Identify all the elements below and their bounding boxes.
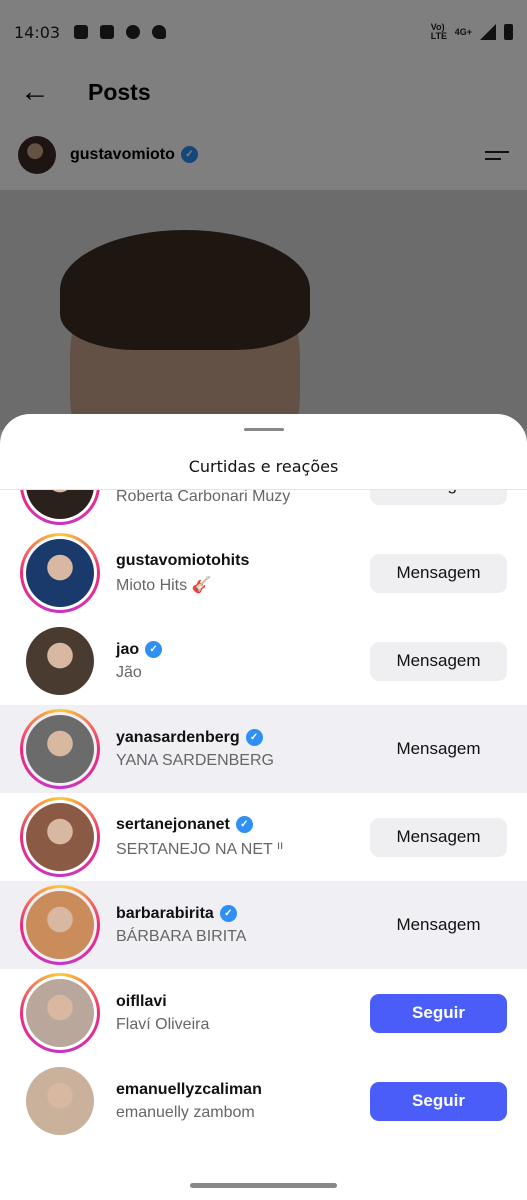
avatar-image [26,803,94,871]
full-name: YANA SARDENBERG [116,751,274,769]
username: gustavomiotohits [116,552,370,570]
username: oifllavi [116,993,370,1011]
list-item[interactable]: yanasardenberg ✓ YANA SARDENBERG Mensagem [0,705,527,793]
home-indicator[interactable] [190,1183,337,1188]
list-item[interactable]: jao ✓ Jão Mensagem [0,617,527,705]
user-info[interactable]: emanuellyzcaliman emanuelly zambom [116,1081,370,1122]
avatar[interactable] [20,1061,100,1141]
user-info[interactable]: jao ✓ Jão [116,641,370,682]
avatar-image [26,539,94,607]
user-info[interactable]: gustavomiotohits Mioto Hits 🎸 [116,552,370,595]
full-name: Roberta Carbonari Muzy [116,490,291,505]
username-text: barbarabirita [116,904,214,922]
avatar-image [26,1067,94,1135]
username-text: gustavomiotohits [116,551,250,569]
avatar[interactable] [20,973,100,1053]
likes-list[interactable]: robertacarbonari✓Roberta Carbonari MuzyM… [0,490,527,1200]
message-button[interactable]: Mensagem [370,553,507,593]
full-name: Mioto Hits 🎸 [116,576,212,594]
username: yanasardenberg ✓ [116,729,370,747]
avatar[interactable] [20,885,100,965]
username: barbarabirita ✓ [116,905,370,923]
full-name: emanuelly zambom [116,1103,255,1121]
username-text: yanasardenberg [116,728,240,746]
full-name: BÁRBARA BIRITA [116,927,247,945]
full-name: Flaví Oliveira [116,1015,210,1033]
username: sertanejonanet ✓ [116,816,370,834]
user-info[interactable]: robertacarbonari✓Roberta Carbonari Muzy [116,490,370,506]
user-info[interactable]: sertanejonanet ✓ SERTANEJO NA NET ᐦ [116,816,370,859]
list-item[interactable]: gustavomiotohits Mioto Hits 🎸 Mensagem [0,529,527,617]
username-text: jao [116,640,140,658]
verified-badge-icon: ✓ [245,729,263,746]
sheet-drag-handle[interactable] [243,428,284,431]
list-item[interactable]: oifllavi Flaví Oliveira Seguir [0,969,527,1057]
likes-list-inner: robertacarbonari✓Roberta Carbonari MuzyM… [0,490,527,1145]
likes-bottom-sheet: Curtidas e reações robertacarbonari✓Robe… [0,414,527,1200]
avatar-image [26,715,94,783]
list-item[interactable]: robertacarbonari✓Roberta Carbonari MuzyM… [0,490,527,529]
follow-button[interactable]: Seguir [370,1081,507,1121]
verified-badge-icon: ✓ [219,905,237,922]
avatar-image [26,891,94,959]
message-button[interactable]: Mensagem [370,490,507,505]
message-button[interactable]: Mensagem [370,906,507,945]
verified-badge-icon: ✓ [145,641,163,658]
sheet-title: Curtidas e reações [188,457,339,476]
username: emanuellyzcaliman [116,1081,370,1099]
avatar[interactable] [20,490,100,525]
full-name: SERTANEJO NA NET ᐦ [116,840,284,858]
user-info[interactable]: barbarabirita ✓ BÁRBARA BIRITA [116,905,370,946]
username: jao ✓ [116,641,370,659]
user-info[interactable]: yanasardenberg ✓ YANA SARDENBERG [116,729,370,770]
avatar[interactable] [20,533,100,613]
list-item[interactable]: barbarabirita ✓ BÁRBARA BIRITA Mensagem [0,881,527,969]
list-item[interactable]: emanuellyzcaliman emanuelly zambom Seguir [0,1057,527,1145]
avatar[interactable] [20,709,100,789]
username-text: sertanejonanet [116,815,230,833]
follow-button[interactable]: Seguir [370,993,507,1033]
avatar-image [26,490,94,519]
avatar[interactable] [20,621,100,701]
avatar[interactable] [20,797,100,877]
message-button[interactable]: Mensagem [370,817,507,857]
message-button[interactable]: Mensagem [370,641,507,681]
verified-badge-icon: ✓ [235,816,253,833]
message-button[interactable]: Mensagem [370,730,507,769]
full-name: Jão [116,663,142,681]
list-item[interactable]: sertanejonanet ✓ SERTANEJO NA NET ᐦ Mensage… [0,793,527,881]
avatar-image [26,627,94,695]
username-text: emanuellyzcaliman [116,1080,262,1098]
avatar-image [26,979,94,1047]
user-info[interactable]: oifllavi Flaví Oliveira [116,993,370,1034]
username-text: oifllavi [116,992,167,1010]
